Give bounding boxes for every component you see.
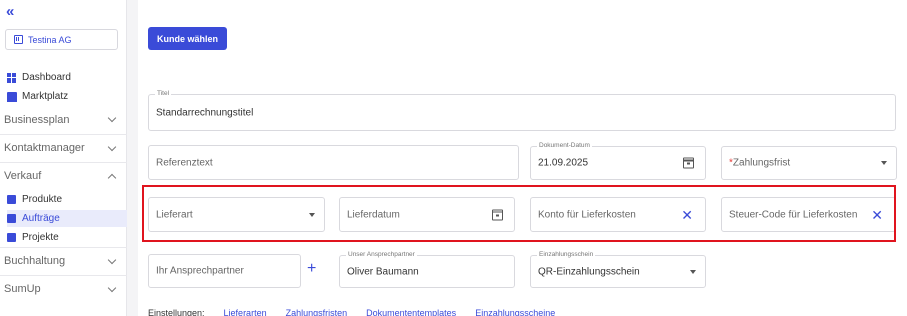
payment-term-text: Zahlungsfrist [732,157,791,169]
chevron-down-icon [107,283,117,292]
link-einzahlungsscheine[interactable]: Einzahlungsscheine [475,308,555,316]
our-contact-label: Unser Ansprechpartner [346,251,417,258]
box-icon [7,195,16,204]
reference-placeholder: Referenztext [156,157,213,168]
chevron-down-icon [107,255,117,264]
order-form: Kunde wählen Titel Standarrechnungstitel… [138,0,907,316]
building-icon [14,35,23,44]
sidebar-item-label: Produkte [22,194,63,205]
caret-down-icon [881,161,887,165]
sidebar-item-dashboard[interactable]: Dashboard [7,72,71,83]
chevron-down-icon [107,142,117,151]
sidebar: « Testina AG Dashboard Marktplatz Busine… [0,0,127,316]
sidebar-item-projekte[interactable]: Projekte [7,229,127,246]
sidebar-item-marktplatz[interactable]: Marktplatz [7,91,68,102]
select-customer-button[interactable]: Kunde wählen [148,27,227,50]
our-contact-value: Oliver Baumann [347,266,419,277]
title-label: Titel [155,90,172,97]
sidebar-section-verkauf[interactable]: Verkauf [0,162,127,189]
settings-links: Einstellungen: Lieferarten Zahlungsfrist… [148,308,555,316]
dashboard-icon [7,72,17,83]
section-label: Buchhaltung [4,255,66,267]
sidebar-item-label: Dashboard [22,72,71,83]
section-label: Verkauf [4,170,42,182]
link-lieferarten[interactable]: Lieferarten [224,308,267,316]
title-field[interactable]: Titel Standarrechnungstitel [148,90,896,131]
payment-slip-label: Einzahlungsschein [537,251,596,258]
section-label: Businessplan [4,113,70,126]
link-dokumententemplates[interactable]: Dokumententemplates [366,308,456,316]
section-label: Kontaktmanager [4,142,85,154]
sidebar-section-kontaktmanager[interactable]: Kontaktmanager [0,134,127,161]
section-label: SumUp [4,283,41,295]
contact-person-field[interactable]: Ihr Ansprechpartner [148,254,301,288]
sidebar-section-businessplan[interactable]: Businessplan [0,106,127,133]
sidebar-item-auftraege[interactable]: Aufträge [7,210,127,227]
company-name: Testina AG [28,34,72,45]
chevron-down-icon [107,113,117,123]
collapse-sidebar-icon[interactable]: « [6,3,15,20]
caret-down-icon [690,269,696,274]
sidebar-item-label: Projekte [22,232,59,243]
payment-slip-value: QR-Einzahlungsschein [538,266,640,277]
store-icon [7,91,17,102]
reference-text-field[interactable]: Referenztext [148,145,519,180]
company-selector[interactable]: Testina AG [5,29,118,50]
calendar-icon[interactable] [683,157,694,169]
our-contact-field[interactable]: Unser Ansprechpartner Oliver Baumann [339,251,515,288]
document-date-value: 21.09.2025 [538,157,589,169]
highlight-box [142,185,896,242]
document-date-label: Dokument-Datum [537,142,592,149]
payment-term-select[interactable]: *Zahlungsfrist [721,146,897,180]
settings-label: Einstellungen: [148,308,205,316]
chart-icon [7,233,16,242]
sidebar-item-label: Marktplatz [22,91,69,102]
contact-person-placeholder: Ihr Ansprechpartner [156,265,244,277]
title-value: Standarrechnungstitel [156,107,254,118]
document-date-field[interactable]: Dokument-Datum 21.09.2025 [530,142,706,180]
add-contact-icon[interactable]: + [307,261,316,277]
document-icon [7,214,16,223]
link-zahlungsfristen[interactable]: Zahlungsfristen [286,308,348,316]
sidebar-section-sumup[interactable]: SumUp [0,275,127,302]
sidebar-section-buchhaltung[interactable]: Buchhaltung [0,247,127,274]
sidebar-item-label: Aufträge [22,213,60,224]
sidebar-item-produkte[interactable]: Produkte [7,191,127,208]
payment-slip-select[interactable]: Einzahlungsschein QR-Einzahlungsschein [530,251,706,288]
payment-term-placeholder: *Zahlungsfrist [729,158,790,169]
chevron-up-icon [107,173,117,182]
